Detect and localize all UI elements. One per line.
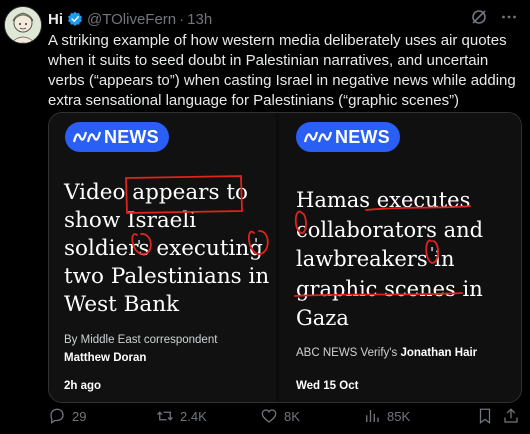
headline-line: Gaza	[296, 306, 349, 330]
like-count: 8K	[284, 408, 300, 424]
abc-logo-icon	[304, 131, 332, 143]
right-author: Jonathan Hair	[400, 347, 478, 359]
views-button[interactable]: 85K	[363, 407, 410, 425]
headline-line: Hamas executes	[296, 188, 471, 212]
headline-line: Video appears to	[64, 180, 248, 205]
left-author-row: Matthew Doran	[64, 352, 146, 364]
separator: ·	[179, 10, 185, 28]
reply-icon	[50, 408, 64, 425]
like-button[interactable]: 8K	[260, 407, 300, 425]
display-name[interactable]: Hi	[48, 11, 63, 28]
left-byline: By Middle East correspondent	[64, 334, 218, 346]
headline-line: two Palestinians in	[64, 264, 270, 289]
avatar[interactable]	[4, 6, 42, 44]
repost-count: 2.4K	[180, 408, 207, 424]
left-article-card: NEWS Video appears to show Israeli soldi…	[49, 113, 276, 402]
tweet-text: A striking example of how western media …	[48, 32, 516, 109]
news-label: NEWS	[335, 126, 390, 147]
headline-line: show Israeli	[64, 208, 197, 233]
right-article-card: NEWS Hamas executes collaborators and la…	[279, 113, 521, 402]
right-byline-row: ABC NEWS Verify's Jonathan Hair	[296, 347, 477, 359]
abc-logo-icon	[73, 131, 101, 143]
more-icon[interactable]	[500, 8, 518, 30]
left-headline: Video appears to show Israeli soldiers e…	[64, 179, 269, 319]
views-icon	[366, 410, 379, 422]
timestamp[interactable]: 13h	[187, 11, 212, 28]
tweet-actions: 29 2.4K 8K 85K	[48, 407, 520, 429]
grok-icon[interactable]	[470, 8, 488, 30]
headline-line: West Bank	[64, 292, 180, 317]
share-icon	[504, 408, 518, 423]
headline-line: collaborators and	[296, 217, 484, 242]
bookmark-button[interactable]	[476, 407, 494, 425]
right-date: Wed 15 Oct	[296, 380, 359, 392]
right-byline-prefix: ABC NEWS Verify's	[296, 347, 398, 359]
repost-icon	[157, 411, 173, 421]
abc-news-badge: NEWS	[65, 122, 169, 152]
media-image[interactable]: NEWS Video appears to show Israeli soldi…	[48, 112, 522, 403]
reply-count: 29	[72, 408, 87, 424]
news-label: NEWS	[104, 126, 159, 147]
left-date: 2h ago	[64, 380, 102, 392]
repost-button[interactable]: 2.4K	[156, 407, 207, 425]
handle[interactable]: @TOliveFern	[87, 11, 176, 28]
bookmark-icon	[479, 408, 491, 425]
like-icon	[261, 409, 277, 423]
headline-line: graphic scenes in	[296, 276, 483, 301]
headline-line: soldiers executing	[64, 236, 263, 261]
avatar-illustration	[5, 7, 41, 43]
headline-line: lawbreakers in	[296, 247, 455, 271]
right-headline: Hamas executes collaborators and lawbrea…	[296, 186, 483, 334]
tweet: Hi @TOliveFern · 13h A striking example …	[0, 0, 530, 434]
views-count: 85K	[387, 408, 411, 424]
reply-button[interactable]: 29	[48, 407, 86, 425]
left-author: Matthew Doran	[64, 352, 147, 364]
header-actions	[470, 8, 518, 30]
abc-news-badge: NEWS	[296, 122, 400, 152]
verified-badge-icon	[67, 11, 83, 27]
share-button[interactable]	[502, 407, 520, 425]
tweet-header: Hi @TOliveFern · 13h	[48, 8, 518, 30]
